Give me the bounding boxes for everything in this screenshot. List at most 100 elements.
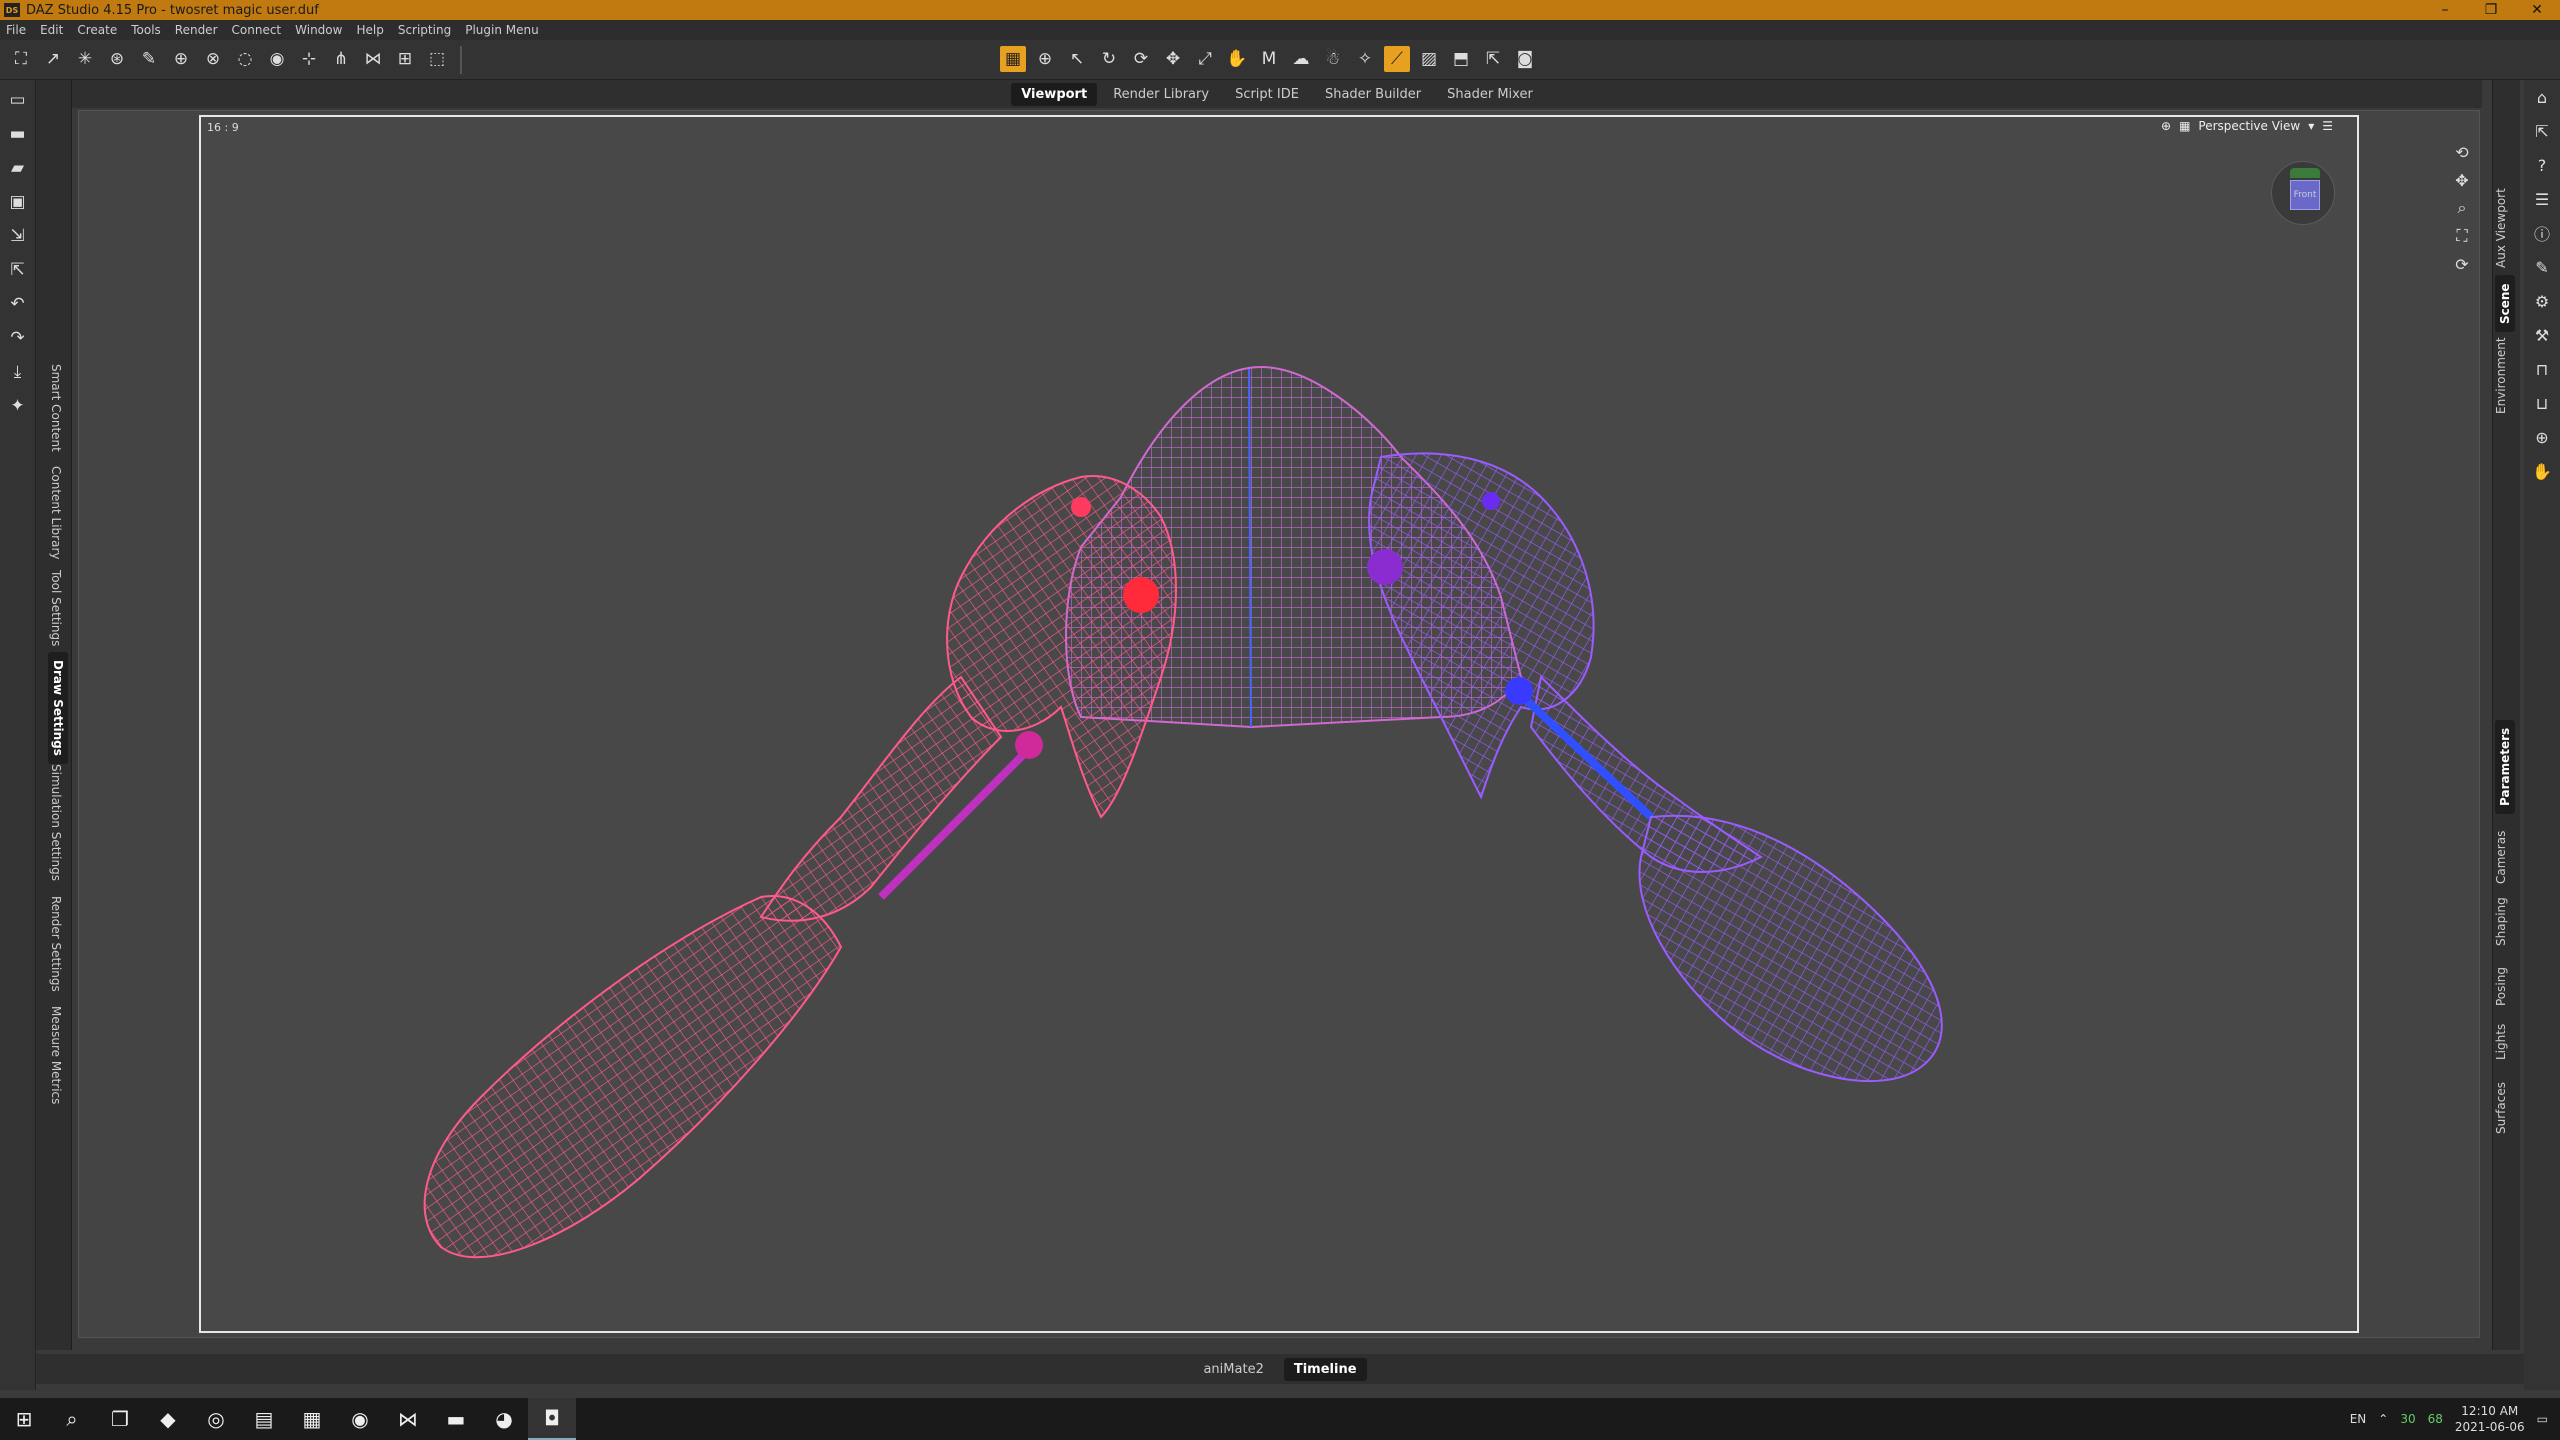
node-selection-icon[interactable]: ⛶	[8, 46, 34, 72]
list-icon[interactable]: ☰	[2530, 188, 2554, 210]
reset-view-icon[interactable]: ⟳	[2451, 253, 2473, 275]
viewport-frame[interactable]: 16 : 9 ⊕ ▦ Perspective View ▾ ☰ Front	[199, 115, 2359, 1333]
redo-icon[interactable]: ↷	[6, 326, 30, 350]
close-button[interactable]: ✕	[2514, 0, 2560, 20]
tab-tool-settings[interactable]: Tool Settings	[46, 562, 66, 654]
search-icon[interactable]: ⌕	[48, 1398, 96, 1440]
menu-plugin[interactable]: Plugin Menu	[465, 23, 539, 37]
geometry-selection-icon[interactable]: ◌	[232, 46, 258, 72]
twist-icon[interactable]: ⟳	[1128, 46, 1154, 72]
app-icon-4[interactable]: ▬	[432, 1398, 480, 1440]
edge-icon[interactable]: ◎	[192, 1398, 240, 1440]
scale-icon[interactable]: ⤢	[1192, 46, 1218, 72]
view-layout-icon[interactable]: ▦	[2179, 119, 2190, 133]
chevron-down-icon[interactable]: ▾	[2308, 119, 2314, 133]
orbit-icon[interactable]: ⟲	[2451, 141, 2473, 163]
tray-temp[interactable]: 30	[2400, 1412, 2415, 1426]
app-icon-3[interactable]: ◉	[336, 1398, 384, 1440]
perspective-view-selector[interactable]: Perspective View	[2198, 119, 2300, 133]
joint-editor-icon[interactable]: ↗	[40, 46, 66, 72]
tab-cameras[interactable]: Cameras	[2491, 823, 2511, 892]
spot-render-icon[interactable]: ⊗	[200, 46, 226, 72]
task-view-icon[interactable]: ❐	[96, 1398, 144, 1440]
tab-scene[interactable]: Scene	[2495, 275, 2515, 332]
tab-posing[interactable]: Posing	[2491, 959, 2511, 1014]
maximize-button[interactable]: ❐	[2468, 0, 2514, 20]
weight-icon[interactable]: ⊔	[2530, 392, 2554, 414]
universal-tool-icon[interactable]: ⊕	[1032, 46, 1058, 72]
wireframe-icon[interactable]: ⟋	[1384, 46, 1410, 72]
rigging-icon-2[interactable]: ⋔	[328, 46, 354, 72]
lock-icon[interactable]: ⊓	[2530, 358, 2554, 380]
image-editor-icon[interactable]: ▨	[1416, 46, 1442, 72]
import-icon[interactable]: ⇲	[6, 224, 30, 248]
tab-parameters[interactable]: Parameters	[2495, 719, 2515, 814]
translate-icon[interactable]: ✥	[1160, 46, 1186, 72]
view-navigation-cube[interactable]: Front	[2271, 161, 2335, 225]
hand-icon[interactable]: ✋	[2530, 460, 2554, 482]
geometry-editor-icon[interactable]: ✳	[72, 46, 98, 72]
tab-measure-metrics[interactable]: Measure Metrics	[46, 998, 66, 1112]
surface-selection-icon[interactable]: ⊕	[168, 46, 194, 72]
transform-icon[interactable]: ⊞	[392, 46, 418, 72]
app-icon-2[interactable]: ▦	[288, 1398, 336, 1440]
render-camera-icon[interactable]: ◙	[1512, 46, 1538, 72]
clock[interactable]: 12:10 AM 2021-06-06	[2455, 1403, 2525, 1435]
tab-aux-viewport[interactable]: Aux Viewport	[2491, 180, 2511, 276]
home-icon[interactable]: ⌂	[2530, 86, 2554, 108]
viewport-tool-icon[interactable]: ▦	[1000, 46, 1026, 72]
tab-render-settings[interactable]: Render Settings	[46, 888, 66, 1000]
surface-icon[interactable]: Ⅿ	[1256, 46, 1282, 72]
tab-timeline[interactable]: Timeline	[1283, 1357, 1367, 1381]
zoom-icon[interactable]: ⌕	[2451, 197, 2473, 219]
brush-icon[interactable]: ✎	[2530, 256, 2554, 278]
new-file-icon[interactable]: ▭	[6, 88, 30, 112]
app-icon-1[interactable]: ◆	[144, 1398, 192, 1440]
tab-shaping[interactable]: Shaping	[2491, 889, 2511, 954]
menu-edit[interactable]: Edit	[40, 23, 63, 37]
tray-value[interactable]: 68	[2428, 1412, 2443, 1426]
save-icon[interactable]: ▣	[6, 190, 30, 214]
minimize-button[interactable]: –	[2422, 0, 2468, 20]
language-indicator[interactable]: EN	[2350, 1412, 2367, 1426]
chevron-up-icon[interactable]: ⌃	[2378, 1412, 2388, 1426]
menu-scripting[interactable]: Scripting	[398, 23, 451, 37]
tab-environment[interactable]: Environment	[2491, 329, 2511, 422]
tab-surfaces[interactable]: Surfaces	[2491, 1074, 2511, 1142]
figure-icon[interactable]: ☃	[1320, 46, 1346, 72]
visual-studio-icon[interactable]: ⋈	[384, 1398, 432, 1440]
navcube-front-face[interactable]: Front	[2290, 180, 2320, 210]
tab-draw-settings[interactable]: Draw Settings	[48, 652, 68, 764]
content-icon[interactable]: ⬒	[1448, 46, 1474, 72]
tab-content-library[interactable]: Content Library	[46, 458, 66, 568]
node-weight-brush-icon[interactable]: ✎	[136, 46, 162, 72]
chrome-icon[interactable]: ◕	[480, 1398, 528, 1440]
active-pose-icon[interactable]: ✋	[1224, 46, 1250, 72]
region-navigator-icon[interactable]: ◉	[264, 46, 290, 72]
start-icon[interactable]: ⊞	[0, 1398, 48, 1440]
tab-viewport[interactable]: Viewport	[1011, 82, 1098, 106]
figure-fit-icon[interactable]: ✦	[6, 394, 30, 418]
tab-render-library[interactable]: Render Library	[1103, 83, 1219, 106]
frame-icon[interactable]: ⛶	[2451, 225, 2473, 247]
tab-script-ide[interactable]: Script IDE	[1225, 83, 1309, 106]
tab-smart-content[interactable]: Smart Content	[46, 356, 66, 460]
pointer-icon[interactable]: ↖	[1064, 46, 1090, 72]
geometry-sculptor-icon[interactable]: ⊛	[104, 46, 130, 72]
whats-this-icon[interactable]: ⇱	[2530, 120, 2554, 142]
wireframe-mesh[interactable]	[201, 117, 2361, 1335]
menu-help[interactable]: Help	[356, 23, 383, 37]
menu-tools[interactable]: Tools	[131, 23, 161, 37]
tab-shader-builder[interactable]: Shader Builder	[1315, 83, 1431, 106]
file-explorer-icon[interactable]: ▤	[240, 1398, 288, 1440]
help-icon[interactable]: ?	[2530, 154, 2554, 176]
viewport-menu-icon[interactable]: ☰	[2322, 119, 2333, 133]
tab-simulation-settings[interactable]: Simulation Settings	[46, 756, 66, 889]
polygon-icon[interactable]: ⬚	[424, 46, 450, 72]
globe-icon[interactable]: ⊕	[2161, 119, 2171, 133]
camera-orbit-icon[interactable]: ☁	[1288, 46, 1314, 72]
cursor-help-icon[interactable]: ⇱	[1480, 46, 1506, 72]
tab-animate2[interactable]: aniMate2	[1193, 1358, 1273, 1381]
light-icon[interactable]: ✧	[1352, 46, 1378, 72]
rigging-icon-1[interactable]: ⊹	[296, 46, 322, 72]
